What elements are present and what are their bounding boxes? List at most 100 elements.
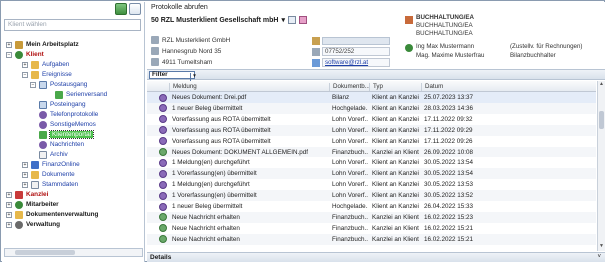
refresh-icon-button[interactable] — [129, 3, 141, 15]
table-row[interactable]: Neues Dokument: DOKUMENT ALLGEMEIN.pdf Fi… — [147, 146, 596, 158]
tree-item-label: Verwaltung — [26, 221, 61, 228]
chevron-down-icon[interactable]: ˅ — [597, 254, 601, 260]
tree-item-mein-arbeitsplatz[interactable]: + Mein Arbeitsplatz — [6, 40, 79, 49]
table-row[interactable]: Neue Nachricht erhalten Finanzbuch... Kanz… — [147, 233, 596, 245]
tree-item-telefonprotokolle[interactable]: Telefonprotokolle — [30, 110, 98, 119]
tree-item-label: Archiv — [50, 151, 68, 158]
table-row[interactable]: 1 Meldung(en) durchgeführt Lohn Vorerf...… — [147, 157, 596, 168]
outgoing-message-icon — [159, 224, 167, 233]
expand-icon[interactable]: + — [6, 191, 12, 198]
tree-item-archiv[interactable]: Archiv — [30, 150, 68, 159]
filter-dropdown[interactable]: Filter ▾ — [149, 71, 198, 81]
tree-item-serienversand[interactable]: Serienversand — [46, 90, 107, 99]
folder-icon — [15, 210, 23, 219]
cell-datum: 30.05.2022 13:53 — [424, 181, 474, 189]
contact-1-name: Ing Max Mustermann — [416, 43, 475, 50]
details-panel-header[interactable]: Details ˅ — [147, 252, 605, 262]
tree-item-label: Mitarbeiter — [26, 201, 59, 208]
tree-item-verwaltung[interactable]: + Verwaltung — [6, 220, 60, 229]
tree-item-klient[interactable]: − Klient — [6, 50, 44, 59]
scroll-up-icon[interactable]: ▲ — [598, 81, 605, 89]
tree-item-aufgaben[interactable]: + Aufgaben — [22, 60, 69, 69]
table-row[interactable]: Vorerfassung aus ROTA übermittelt Lohn Vo… — [147, 136, 596, 147]
expand-icon[interactable]: + — [22, 161, 28, 168]
expand-icon[interactable]: + — [22, 171, 28, 178]
cell-meldung: 1 Meldung(en) durchgeführt — [172, 159, 250, 167]
chevron-down-icon[interactable]: ▾ — [190, 73, 198, 81]
tree-item-finanzonline[interactable]: + FinanzOnline — [22, 160, 80, 169]
table-row[interactable]: Vorerfassung aus ROTA übermittelt Lohn Vo… — [147, 124, 596, 136]
table-header: Meldung Dokumentb... Typ Datum — [147, 81, 596, 92]
tree-horizontal-scrollbar[interactable] — [4, 248, 143, 257]
column-header-dokumentbereich[interactable]: Dokumentb... — [329, 83, 370, 91]
cell-typ: Kanzlei an Klient — [372, 148, 419, 156]
expand-icon[interactable]: + — [6, 221, 12, 228]
calendar-icon[interactable] — [298, 16, 307, 24]
collapse-icon[interactable]: − — [6, 51, 12, 58]
column-header-datum[interactable]: Datum — [421, 83, 596, 91]
tree-item-ereignisse[interactable]: − Ereignisse — [22, 70, 72, 79]
contact-2-role: Bilanzbuchhalter — [510, 52, 556, 59]
expand-icon[interactable]: + — [6, 41, 12, 48]
expand-icon[interactable]: + — [6, 211, 12, 218]
group-label-3: BUCHHALTUNG/EA — [416, 30, 473, 35]
scrollbar-thumb[interactable] — [599, 111, 604, 129]
env-icon — [39, 100, 47, 109]
scroll-down-icon[interactable]: ▼ — [598, 243, 605, 251]
expand-icon[interactable]: + — [22, 61, 28, 68]
column-header-meldung[interactable]: Meldung — [169, 83, 329, 91]
table-row[interactable]: Neue Nachricht erhalten Finanzbuch... Kanz… — [147, 211, 596, 223]
phone-field[interactable]: 07752/252 — [322, 47, 390, 56]
cell-typ: Klient an Kanzlei — [372, 115, 419, 123]
tree-item-label: Postausgang — [50, 81, 88, 88]
client-selector[interactable]: 50 RZL Musterklient Gesellschaft mbH ▾ — [151, 16, 307, 24]
table-vertical-scrollbar[interactable]: ▲ ▼ — [597, 81, 605, 251]
table-row[interactable]: Vorerfassung aus ROTA übermittelt Lohn Vo… — [147, 114, 596, 125]
collapse-icon[interactable]: − — [30, 81, 36, 88]
tree-item-nachrichten[interactable]: Nachrichten — [30, 140, 84, 149]
tree-item-dokumentenverwaltung[interactable]: + Dokumentenverwaltung — [6, 210, 98, 219]
cell-meldung: Vorerfassung aus ROTA übermittelt — [172, 137, 271, 145]
document-icon[interactable] — [287, 16, 296, 24]
tree-item-dokumente[interactable]: + Dokumente — [22, 170, 75, 179]
tree-item-kanzlei[interactable]: + Kanzlei — [6, 190, 48, 199]
tree-item-posteingang[interactable]: Posteingang — [30, 100, 86, 109]
building-icon — [151, 36, 159, 44]
cell-dok: Finanzbuch... — [332, 224, 368, 232]
cell-meldung: 1 neuer Beleg übermittelt — [172, 104, 243, 112]
person-icon — [15, 200, 23, 209]
tree-item-klientenportal[interactable]: Klientenportal — [30, 130, 95, 139]
column-header-typ[interactable]: Typ — [369, 83, 419, 91]
collapse-icon[interactable]: − — [22, 71, 28, 78]
tree-item-mitarbeiter[interactable]: + Mitarbeiter — [6, 200, 59, 209]
group-icon — [405, 16, 413, 24]
blurred-field — [322, 37, 390, 45]
expand-icon[interactable]: + — [22, 181, 28, 188]
cell-typ: Kanzlei an Klient — [372, 213, 419, 221]
client-search-input[interactable]: Klient wählen — [4, 19, 141, 31]
table-row[interactable]: 1 neuer Beleg übermittelt Hochgelade... Kl… — [147, 102, 596, 114]
table-row[interactable]: Neues Dokument: Drei.pdf Bilanz Klient an … — [147, 92, 596, 103]
client-icon-button[interactable] — [115, 3, 127, 15]
cell-meldung: Neue Nachricht erhalten — [172, 224, 240, 232]
tree-item-sonstigememos[interactable]: SonstigeMemos — [30, 120, 96, 129]
tree-item-label: Posteingang — [50, 101, 86, 108]
chevron-down-icon[interactable]: ▾ — [281, 16, 285, 24]
table-row[interactable]: 1 neuer Beleg übermittelt Hochgelade... Kl… — [147, 201, 596, 212]
tree-item-postausgang[interactable]: − Postausgang — [30, 80, 87, 89]
cell-typ: Kanzlei an Klient — [372, 235, 419, 243]
cell-dok: Hochgelade... — [332, 203, 368, 210]
tree-item-stammdaten[interactable]: + Stammdaten — [22, 180, 78, 189]
table-row[interactable]: 1 Meldung(en) durchgeführt Lohn Vorerf...… — [147, 179, 596, 190]
cell-datum: 25.07.2023 13:37 — [424, 94, 474, 101]
scrollbar-thumb[interactable] — [15, 250, 75, 255]
table-row[interactable]: 1 Vorerfassung(en) übermittelt Lohn Vorer… — [147, 190, 596, 201]
content-pane: Protokolle abrufen 50 RZL Musterklient G… — [147, 2, 605, 262]
home-icon — [15, 40, 23, 49]
table-row[interactable]: Neue Nachricht erhalten Finanzbuch... Kanz… — [147, 223, 596, 234]
email-field[interactable]: software@rzl.at — [322, 58, 390, 67]
table-row[interactable]: 1 Vorerfassung(en) übermittelt Lohn Vorer… — [147, 168, 596, 180]
expand-icon[interactable]: + — [6, 201, 12, 208]
left-toolbar — [2, 2, 144, 16]
incoming-message-icon — [159, 104, 167, 113]
